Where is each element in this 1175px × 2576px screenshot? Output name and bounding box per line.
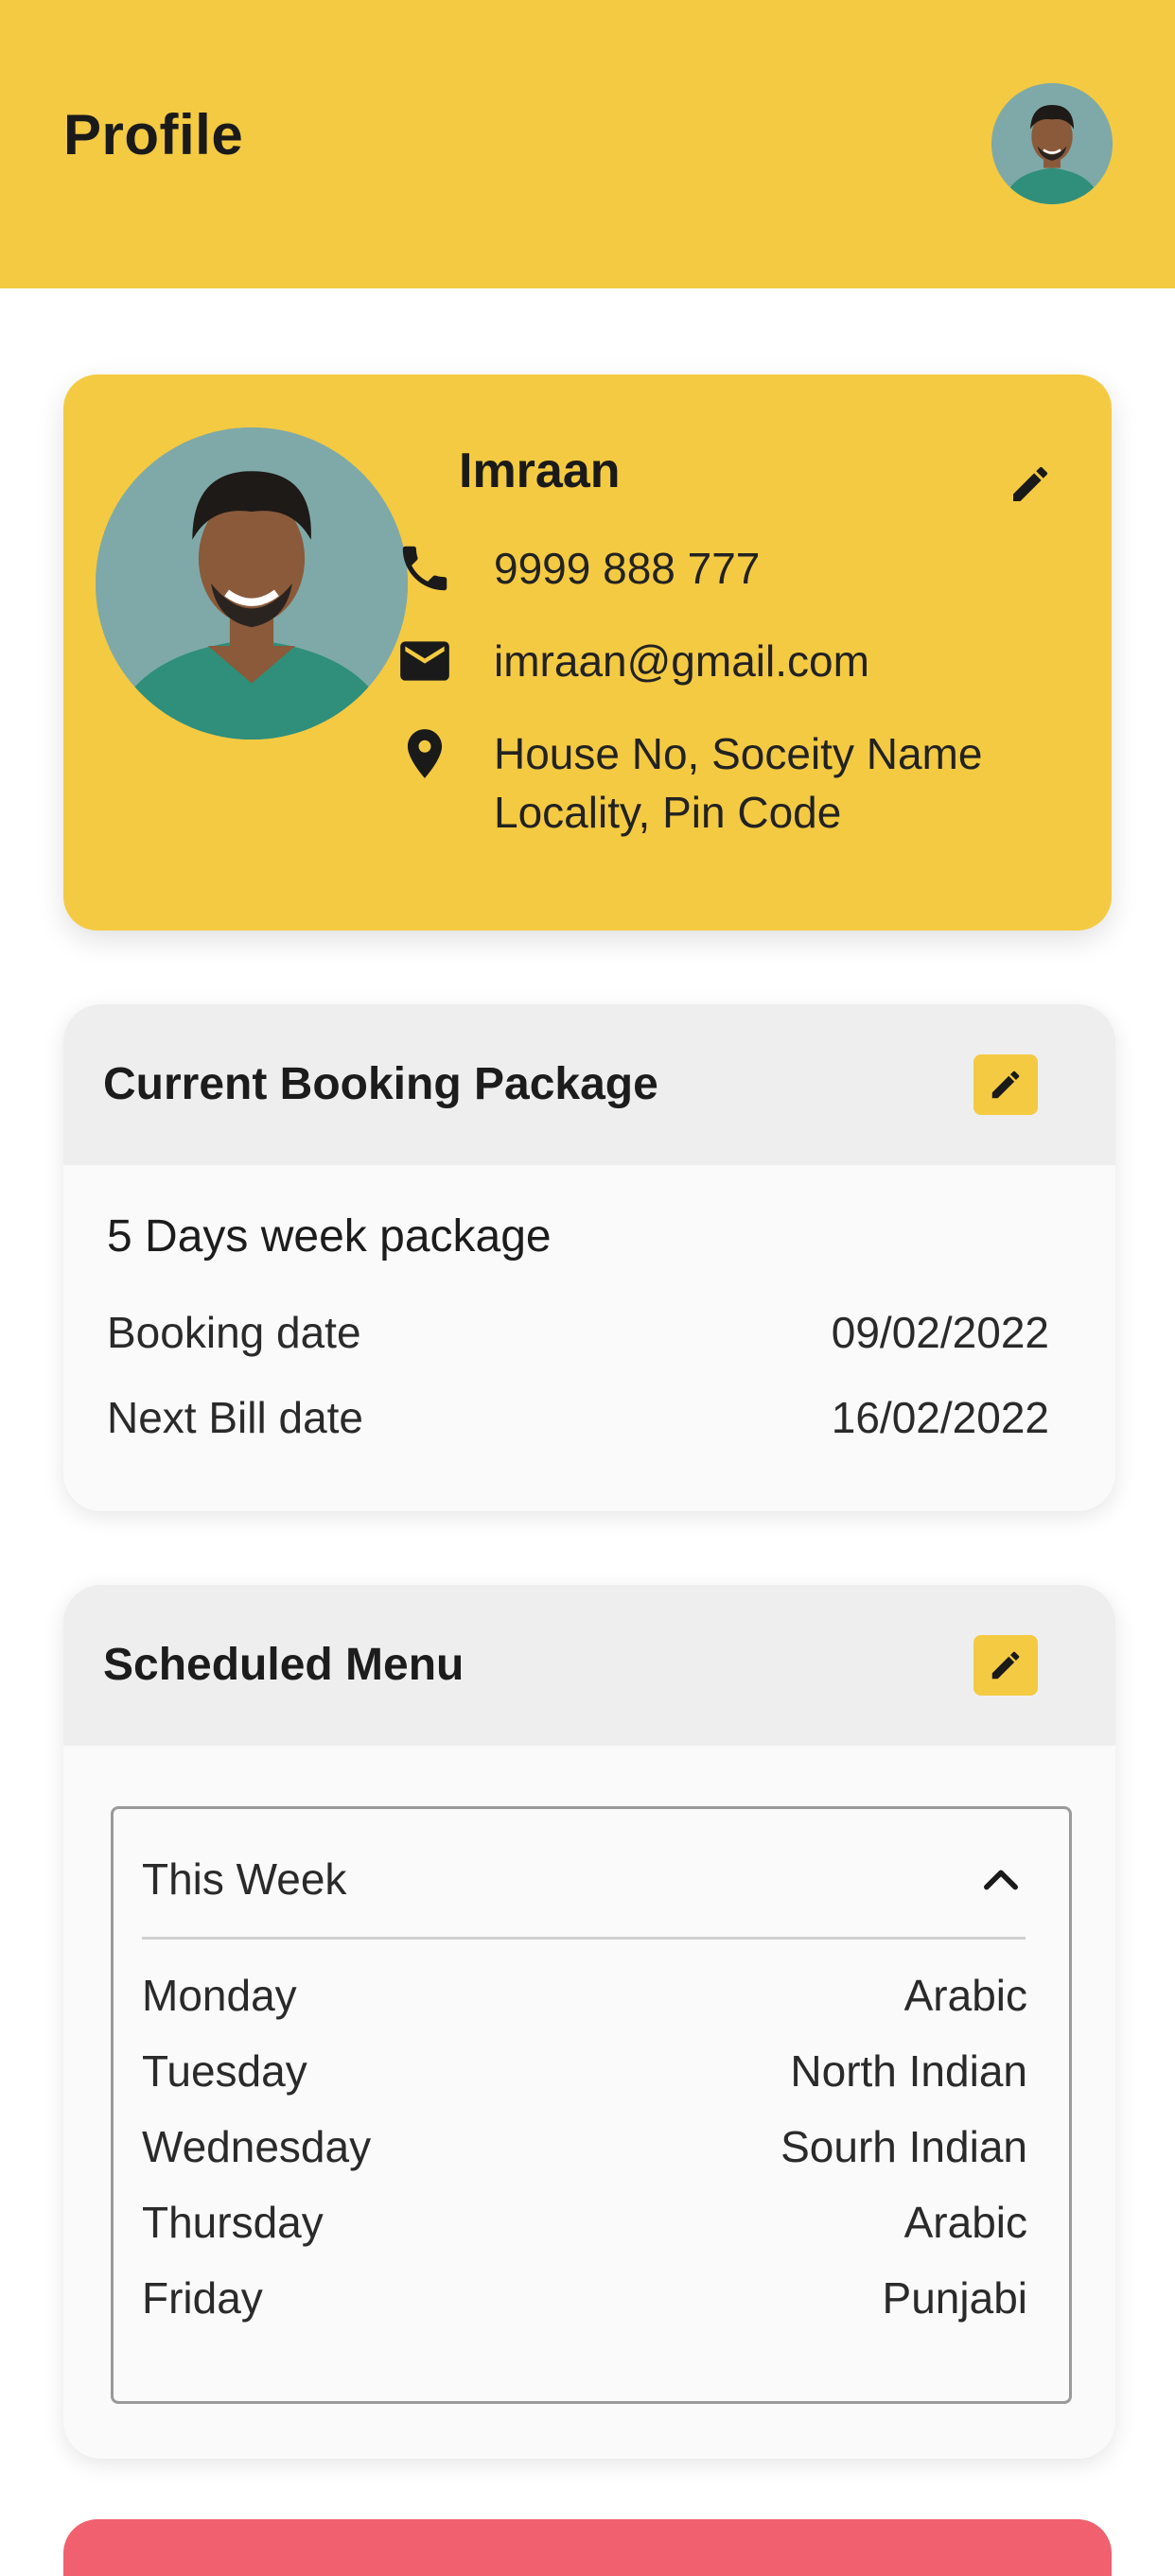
menu-card-header: Scheduled Menu bbox=[63, 1585, 1115, 1746]
menu-cuisine: Sourh Indian bbox=[780, 2122, 1027, 2171]
menu-day: Wednesday bbox=[142, 2122, 372, 2171]
booking-card: Current Booking Package 5 Days week pack… bbox=[63, 1004, 1115, 1511]
address-line-1: House No, Soceity Name bbox=[494, 729, 983, 778]
location-icon bbox=[407, 729, 443, 778]
menu-day-row: Thursday Arabic bbox=[142, 2197, 1027, 2248]
menu-day-row: Wednesday Sourh Indian bbox=[142, 2121, 1027, 2172]
menu-day: Monday bbox=[142, 1971, 297, 2020]
menu-card-title: Scheduled Menu bbox=[103, 1640, 465, 1690]
profile-avatar bbox=[96, 427, 408, 740]
header-avatar[interactable] bbox=[991, 83, 1113, 204]
next-bill-date-label: Next Bill date bbox=[107, 1393, 364, 1442]
booking-date-label: Booking date bbox=[107, 1308, 361, 1357]
chevron-up-icon[interactable] bbox=[976, 1856, 1026, 1906]
booking-date-row: Booking date 09/02/2022 bbox=[107, 1307, 1049, 1358]
profile-email-row: imraan@gmail.com bbox=[395, 632, 869, 690]
booking-package-name: 5 Days week package bbox=[107, 1211, 552, 1262]
address-line-2: Locality, Pin Code bbox=[494, 788, 842, 837]
profile-name: Imraan bbox=[459, 444, 621, 498]
edit-booking-button[interactable] bbox=[973, 1054, 1038, 1115]
scheduled-menu-card: Scheduled Menu This Week Monday Arabic T… bbox=[63, 1585, 1115, 2459]
profile-address-row: House No, Soceity Name Locality, Pin Cod… bbox=[395, 724, 982, 842]
phone-icon bbox=[402, 546, 447, 591]
profile-email: imraan@gmail.com bbox=[494, 636, 869, 686]
edit-profile-button[interactable] bbox=[1008, 461, 1053, 507]
week-menu-panel: This Week Monday Arabic Tuesday North In… bbox=[111, 1806, 1072, 2404]
menu-day-row: Monday Arabic bbox=[142, 1970, 1027, 2021]
avatar-image bbox=[96, 427, 408, 740]
edit-icon bbox=[991, 1070, 1020, 1099]
app-header: Profile bbox=[0, 0, 1175, 288]
menu-cuisine: North Indian bbox=[790, 2046, 1027, 2096]
menu-day: Friday bbox=[142, 2273, 263, 2323]
edit-icon bbox=[1013, 466, 1048, 501]
menu-day: Tuesday bbox=[142, 2046, 307, 2096]
menu-day: Thursday bbox=[142, 2198, 324, 2247]
next-card-edge bbox=[63, 2519, 1112, 2576]
next-bill-date-value: 16/02/2022 bbox=[831, 1393, 1049, 1442]
avatar-image bbox=[991, 83, 1113, 204]
menu-cuisine: Arabic bbox=[903, 2198, 1027, 2247]
edit-menu-button[interactable] bbox=[973, 1635, 1038, 1696]
profile-phone-row: 9999 888 777 bbox=[395, 539, 760, 598]
edit-icon bbox=[991, 1651, 1020, 1680]
menu-day-row: Tuesday North Indian bbox=[142, 2045, 1027, 2097]
booking-date-value: 09/02/2022 bbox=[831, 1308, 1049, 1357]
email-icon bbox=[400, 641, 449, 681]
menu-cuisine: Arabic bbox=[903, 1971, 1027, 2020]
week-label: This Week bbox=[142, 1854, 347, 1904]
booking-card-title: Current Booking Package bbox=[103, 1059, 658, 1109]
week-selector[interactable]: This Week bbox=[142, 1809, 1026, 1940]
booking-card-header: Current Booking Package bbox=[63, 1004, 1115, 1165]
menu-cuisine: Punjabi bbox=[882, 2273, 1027, 2323]
page-title: Profile bbox=[63, 103, 244, 166]
menu-day-row: Friday Punjabi bbox=[142, 2272, 1027, 2324]
next-bill-date-row: Next Bill date 16/02/2022 bbox=[107, 1392, 1049, 1443]
profile-address: House No, Soceity Name Locality, Pin Cod… bbox=[494, 724, 982, 842]
profile-phone: 9999 888 777 bbox=[494, 544, 761, 593]
